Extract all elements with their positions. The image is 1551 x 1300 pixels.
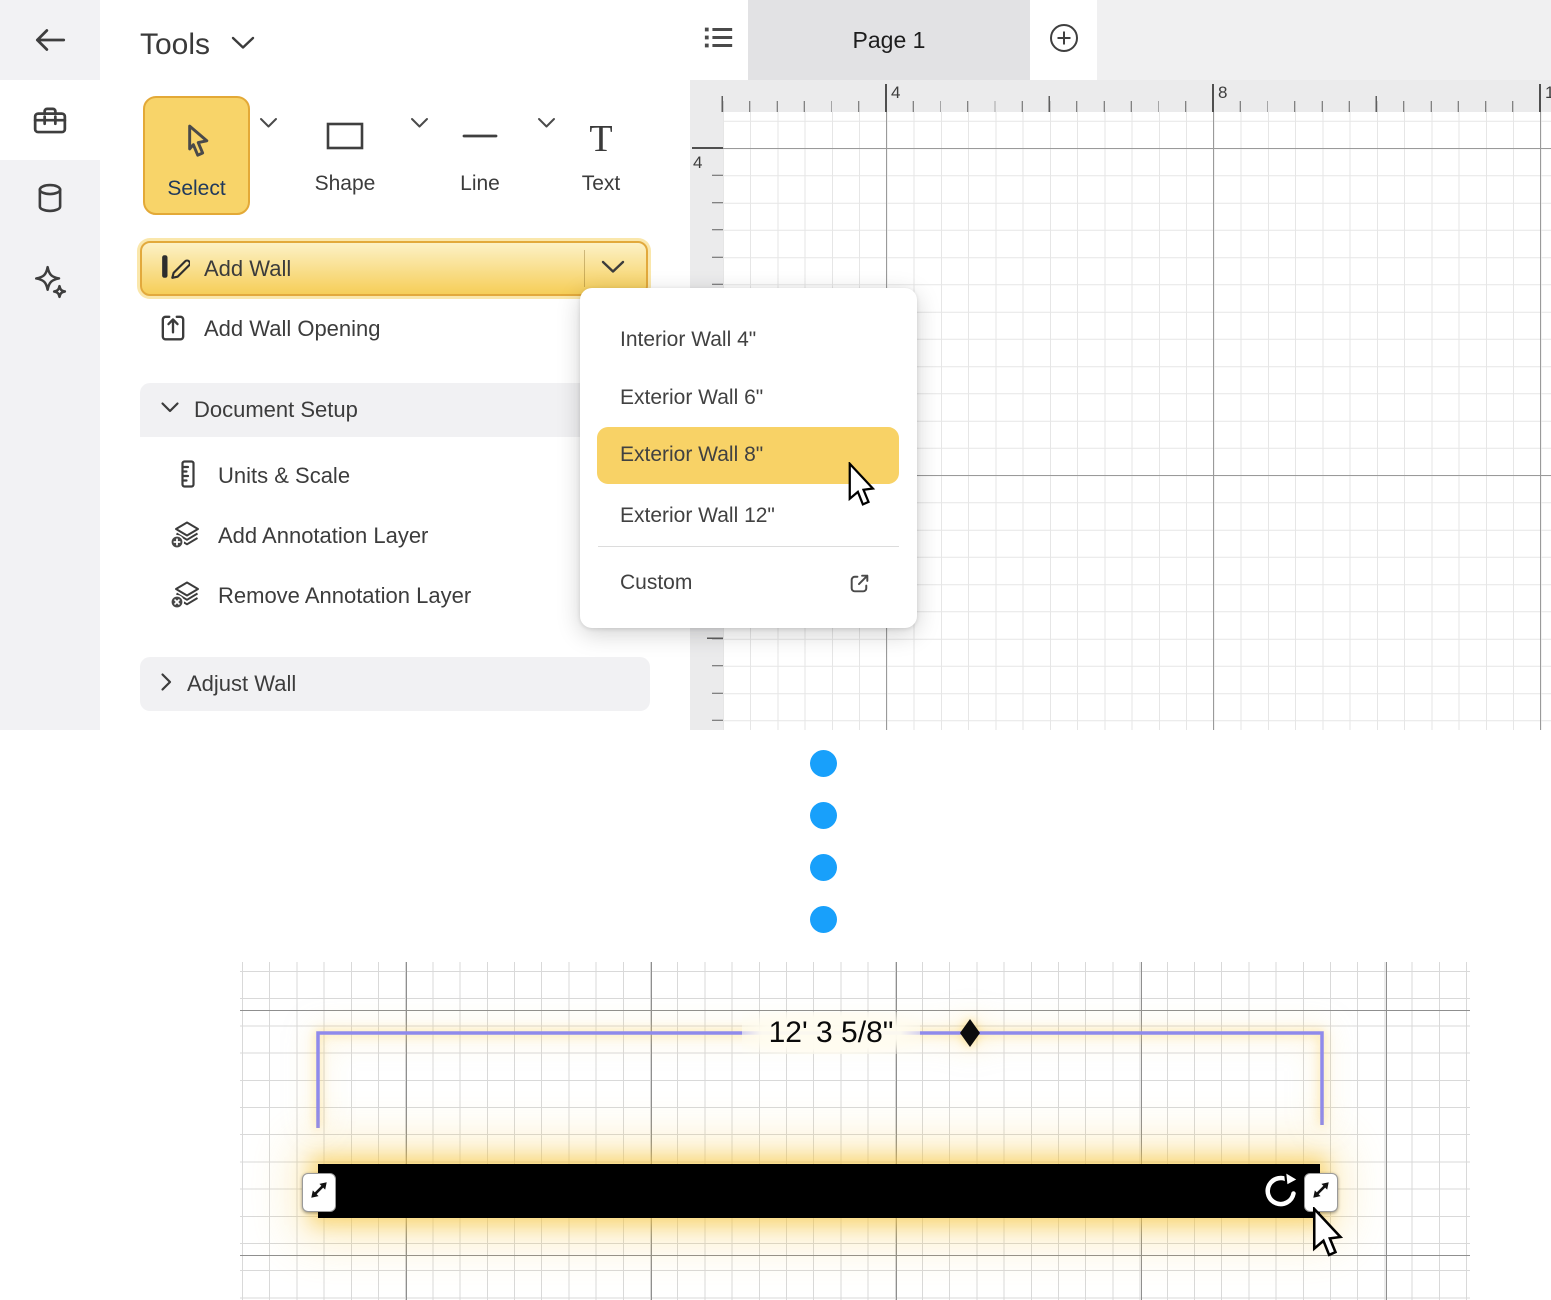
menu-item-interior-wall-4[interactable]: Interior Wall 4" (600, 318, 897, 362)
add-annotation-layer-item[interactable]: Add Annotation Layer (170, 513, 428, 559)
shape-options-chevron-icon[interactable] (410, 116, 429, 134)
grid-major-line (240, 1255, 1470, 1256)
tool-text-button[interactable]: T Text (555, 100, 647, 210)
toolbox-icon (31, 101, 69, 142)
dimension-label[interactable]: 12' 3 5/8" (742, 1012, 920, 1054)
document-setup-header[interactable]: Document Setup (140, 383, 650, 437)
add-wall-dropdown-chevron-icon[interactable] (600, 259, 626, 280)
chevron-right-icon (160, 672, 173, 697)
tool-shape-label: Shape (315, 172, 376, 196)
adjust-wall-header[interactable]: Adjust Wall (140, 657, 650, 711)
circle-plus-icon (1047, 21, 1081, 60)
line-icon (460, 121, 500, 156)
menu-item-exterior-wall-12[interactable]: Exterior Wall 12" (600, 494, 897, 538)
back-arrow-icon (31, 22, 69, 63)
add-wall-opening-label: Add Wall Opening (204, 316, 381, 342)
ruler-icon (172, 458, 202, 495)
tool-text-label: Text (582, 172, 621, 196)
adjust-wall-label: Adjust Wall (187, 671, 296, 697)
icon-sidebar (0, 0, 100, 730)
tool-shape-button[interactable]: Shape (299, 100, 391, 210)
units-scale-item[interactable]: Units & Scale (172, 453, 350, 499)
add-annotation-layer-label: Add Annotation Layer (218, 523, 428, 549)
continuation-dot (810, 802, 837, 829)
remove-annotation-layer-item[interactable]: Remove Annotation Layer (170, 573, 471, 619)
vruler-major-tick (692, 147, 723, 149)
sidebar-item-shapes[interactable] (0, 93, 100, 149)
grid-major-line (723, 148, 1551, 149)
add-wall-opening-icon (158, 312, 188, 347)
app-window: Tools Select Shape (0, 0, 1551, 1300)
hruler-major-tick (1212, 84, 1214, 112)
tab-page-1-label: Page 1 (853, 27, 926, 54)
add-wall-icon (160, 251, 190, 286)
continuation-dot (810, 750, 837, 777)
tab-bar-empty (1097, 0, 1551, 80)
page-list-button[interactable] (690, 0, 748, 80)
hruler-major-tick (885, 84, 887, 112)
shape-icon (325, 121, 365, 156)
line-options-chevron-icon[interactable] (537, 116, 556, 134)
tool-line-label: Line (460, 172, 500, 196)
grid-major-line (1386, 962, 1387, 1300)
chevron-down-icon (230, 35, 256, 56)
rotate-handle-icon[interactable] (1259, 1169, 1305, 1215)
sidebar-item-ai[interactable] (0, 256, 100, 312)
menu-item-exterior-wall-6[interactable]: Exterior Wall 6" (600, 376, 897, 420)
database-icon (32, 180, 68, 221)
continuation-dot (810, 854, 837, 881)
add-wall-label: Add Wall (204, 256, 291, 282)
sidebar-item-data[interactable] (0, 172, 100, 228)
layers-plus-icon (170, 518, 202, 555)
vruler-label: 4 (693, 153, 702, 173)
grid-major-line (1213, 112, 1214, 730)
document-setup-label: Document Setup (194, 397, 358, 423)
remove-annotation-layer-label: Remove Annotation Layer (218, 583, 471, 609)
tool-select-label: Select (167, 177, 225, 201)
horizontal-ruler: 4 8 12 (690, 80, 1551, 112)
add-page-button[interactable] (1030, 0, 1097, 80)
wall-resize-handle-left[interactable] (302, 1173, 336, 1212)
external-link-icon (847, 571, 872, 601)
hruler-label: 8 (1218, 83, 1227, 103)
grid-major-line (240, 1010, 1470, 1011)
units-scale-label: Units & Scale (218, 463, 350, 489)
page-list-icon (703, 24, 735, 56)
sparkles-icon (31, 263, 69, 306)
wall-type-menu: Interior Wall 4" Exterior Wall 6" Exteri… (580, 288, 917, 628)
back-button[interactable] (0, 14, 100, 70)
text-tool-icon: T (589, 122, 612, 156)
hruler-major-tick (1539, 84, 1541, 112)
dimension-diamond-handle[interactable] (960, 1019, 980, 1047)
add-wall-divider (584, 250, 585, 287)
panel-title: Tools (140, 28, 210, 62)
resize-diagonal-icon (307, 1178, 331, 1207)
panel-header[interactable]: Tools (140, 28, 256, 62)
tool-select-button[interactable]: Select (143, 96, 250, 215)
hruler-label: 12 (1545, 83, 1551, 103)
tool-line-button[interactable]: Line (434, 100, 526, 210)
wall-segment[interactable] (318, 1164, 1320, 1218)
page-tab-bar: Page 1 (690, 0, 1551, 80)
tool-row: Select Shape Line (100, 92, 690, 217)
resize-diagonal-icon (1309, 1178, 1333, 1207)
add-wall-opening-button[interactable]: Add Wall Opening (158, 306, 381, 352)
tab-page-1[interactable]: Page 1 (748, 0, 1030, 80)
select-cursor-icon (176, 120, 218, 169)
menu-item-exterior-wall-8[interactable]: Exterior Wall 8" (600, 433, 897, 477)
layers-x-icon (170, 578, 202, 615)
grid-major-line (1540, 112, 1541, 730)
add-wall-button[interactable]: Add Wall (140, 241, 648, 296)
chevron-down-icon (160, 401, 180, 419)
hruler-label: 4 (891, 83, 900, 103)
wall-resize-handle-right[interactable] (1304, 1173, 1338, 1212)
continuation-dot (810, 906, 837, 933)
hruler-medium-ticks (690, 96, 1551, 112)
select-options-chevron-icon[interactable] (259, 116, 278, 134)
menu-divider (598, 546, 899, 547)
